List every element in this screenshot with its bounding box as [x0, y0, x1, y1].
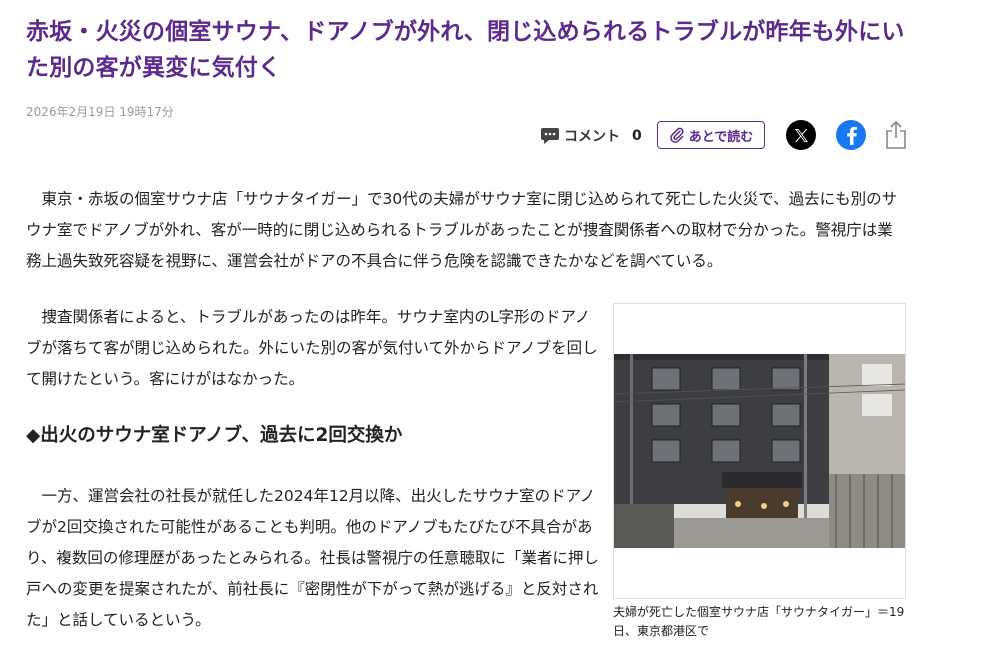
read-later-button[interactable]: あとで読む — [657, 121, 765, 149]
share-x-button[interactable] — [786, 120, 816, 150]
comment-count: 0 — [632, 128, 642, 144]
comment-label: コメント — [564, 129, 620, 145]
read-later-label: あとで読む — [688, 129, 754, 145]
figure-caption: 夫婦が死亡した個室サウナ店「サウナタイガー」＝19日、東京都港区で — [613, 605, 905, 638]
share-button[interactable] — [884, 119, 908, 151]
article-paragraph: 捜査関係者によると、トラブルがあったのは昨年。サウナ室内のL字形のドアノブが落ち… — [26, 308, 598, 388]
article-subheading: ◆出火のサウナ室ドアノブ、過去に2回交換か — [26, 425, 403, 446]
share-facebook-button[interactable] — [836, 120, 866, 150]
article-figure[interactable] — [613, 303, 906, 599]
share-icon — [886, 120, 906, 149]
x-logo-icon — [794, 128, 808, 142]
article-toolbar: コメント 0 あとで読む — [540, 118, 920, 154]
sauna-building-photo[interactable] — [614, 354, 905, 548]
article-paragraph: 一方、運営会社の社長が就任した2024年12月以降、出火したサウナ室のドアノブが… — [26, 487, 599, 629]
article-paragraph: 東京・赤坂の個室サウナ店「サウナタイガー」で30代の夫婦がサウナ室に閉じ込められ… — [26, 190, 898, 270]
facebook-logo-icon — [847, 126, 857, 145]
comment-button[interactable]: コメント 0 — [540, 124, 642, 148]
article-page: 赤坂・火災の個室サウナ、ドアノブが外れ、閉じ込められるトラブルが昨年も外にいた別… — [0, 0, 1002, 656]
article-title: 赤坂・火災の個室サウナ、ドアノブが外れ、閉じ込められるトラブルが昨年も外にいた別… — [26, 19, 905, 81]
comment-icon — [541, 128, 559, 144]
publish-date: 2026年2月19日 19時17分 — [26, 105, 174, 119]
paperclip-icon — [669, 127, 684, 143]
